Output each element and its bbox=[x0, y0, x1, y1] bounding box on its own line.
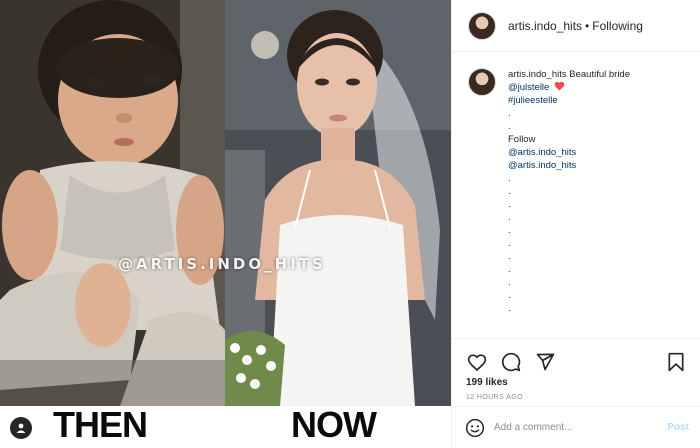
post-header: artis.indo_hits • Following bbox=[452, 0, 700, 52]
bride-photo bbox=[225, 0, 451, 406]
caption-avatar[interactable] bbox=[468, 68, 496, 96]
caption-text: artis.indo_hits Beautiful bride @julstel… bbox=[508, 68, 685, 315]
share-icon[interactable] bbox=[532, 349, 558, 375]
caption-dot: . bbox=[508, 277, 511, 288]
label-then: THEN bbox=[53, 404, 148, 445]
baby-photo bbox=[0, 0, 225, 406]
caption-follow-label: Follow bbox=[508, 134, 536, 145]
comment-icon[interactable] bbox=[498, 349, 524, 375]
baby-photo-illustration bbox=[0, 0, 225, 406]
bookmark-icon[interactable] bbox=[663, 349, 689, 375]
caption-dot: . bbox=[508, 199, 511, 210]
caption-dot: . bbox=[508, 264, 511, 275]
mention-link[interactable]: @julstelle bbox=[508, 82, 549, 93]
post-timestamp[interactable]: 12 HOURS AGO bbox=[464, 394, 689, 401]
follow-mention-link[interactable]: @artis.indo_hits bbox=[508, 159, 685, 172]
caption-dot: . bbox=[508, 173, 511, 184]
caption-username[interactable]: artis.indo_hits bbox=[508, 69, 567, 80]
caption-dot: . bbox=[508, 238, 511, 249]
action-bar bbox=[464, 345, 689, 379]
heart-icon[interactable] bbox=[464, 349, 490, 375]
following-button[interactable]: Following bbox=[592, 19, 643, 33]
label-now: NOW bbox=[291, 404, 377, 445]
follow-mention-link[interactable]: @artis.indo_hits bbox=[508, 146, 685, 159]
hashtag-link[interactable]: #julieestelle bbox=[508, 94, 685, 107]
caption-dot: . bbox=[508, 251, 511, 262]
post-media[interactable]: @ARTIS.INDO_HITS THEN NOW bbox=[0, 0, 451, 448]
avatar[interactable] bbox=[468, 11, 496, 40]
header-username[interactable]: artis.indo_hits bbox=[508, 19, 582, 33]
caption-dot: . bbox=[508, 121, 511, 132]
caption: artis.indo_hits Beautiful bride @julstel… bbox=[452, 52, 700, 338]
caption-body: Beautiful bride bbox=[569, 69, 630, 80]
comment-bar: Post bbox=[452, 406, 700, 448]
user-tag-icon[interactable] bbox=[10, 417, 32, 439]
header-separator: • bbox=[585, 18, 590, 33]
caption-dot: . bbox=[508, 225, 511, 236]
caption-dot: . bbox=[508, 186, 511, 197]
likes-count[interactable]: 199 likes bbox=[464, 377, 689, 388]
caption-dot: . bbox=[508, 303, 511, 314]
caption-dot: . bbox=[508, 290, 511, 301]
action-area: 199 likes 12 HOURS AGO bbox=[452, 338, 700, 401]
caption-dot: . bbox=[508, 212, 511, 223]
red-heart-icon bbox=[554, 81, 565, 91]
emoji-icon[interactable] bbox=[464, 417, 486, 439]
post-button[interactable]: Post bbox=[667, 422, 689, 433]
caption-dot: . bbox=[508, 108, 511, 119]
post-sidebar: artis.indo_hits • Following artis.indo_h… bbox=[451, 0, 700, 448]
watermark: @ARTIS.INDO_HITS bbox=[118, 255, 326, 273]
comment-input[interactable] bbox=[494, 422, 668, 433]
bride-photo-illustration bbox=[225, 0, 451, 406]
